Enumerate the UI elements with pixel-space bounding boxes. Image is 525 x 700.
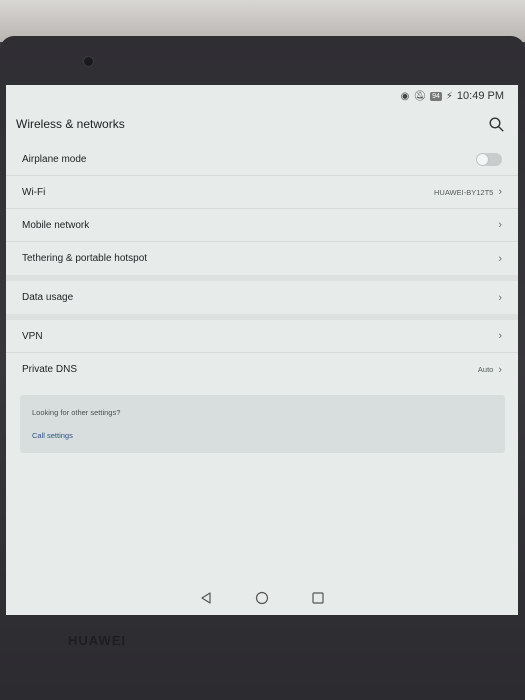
navigation-bar xyxy=(6,585,518,615)
recents-icon[interactable] xyxy=(311,591,325,610)
row-label: Wi-Fi xyxy=(22,186,46,198)
chevron-right-icon: › xyxy=(498,363,502,376)
chevron-right-icon: › xyxy=(498,219,502,231)
row-label: Private DNS xyxy=(22,364,78,375)
wifi-row[interactable]: Wi-Fi HUAWEI-BY12T5 › xyxy=(6,176,518,209)
tethering-row[interactable]: Tethering & portable hotspot › xyxy=(6,242,518,275)
screen: ◉ 🔕︎ 94 ⚡︎ 10:49 PM Wireless & networks … xyxy=(6,85,518,615)
airplane-mode-row[interactable]: Airplane mode xyxy=(6,143,518,176)
chevron-right-icon: › xyxy=(498,252,502,265)
page-title: Wireless & networks xyxy=(16,117,125,131)
chevron-right-icon: › xyxy=(498,291,502,304)
back-icon[interactable] xyxy=(199,591,213,610)
row-label: Tethering & portable hotspot xyxy=(22,253,148,264)
airplane-mode-toggle[interactable] xyxy=(476,152,502,166)
search-icon[interactable] xyxy=(489,116,504,132)
chevron-right-icon: › xyxy=(498,186,502,198)
row-right: HUAWEI-BY12T5 › xyxy=(434,186,502,198)
settings-list: Airplane mode Wi-Fi HUAWEI-BY12T5 › Mobi… xyxy=(6,143,518,386)
status-bar: ◉ 🔕︎ 94 ⚡︎ 10:49 PM xyxy=(401,88,504,104)
row-label: Data usage xyxy=(22,292,74,303)
data-usage-row[interactable]: Data usage › xyxy=(6,281,518,314)
mute-icon: 🔕︎ xyxy=(413,90,427,102)
charging-icon: ⚡︎ xyxy=(445,90,453,102)
device-brand-logo: HUAWEI xyxy=(68,633,126,648)
mobile-network-row[interactable]: Mobile network › xyxy=(6,209,518,242)
row-label: Airplane mode xyxy=(22,153,87,165)
header: Wireless & networks xyxy=(6,107,518,141)
status-time: 10:49 PM xyxy=(456,90,504,102)
home-icon[interactable] xyxy=(255,591,269,610)
row-label: VPN xyxy=(22,330,43,342)
camera-icon xyxy=(84,57,93,66)
call-settings-link[interactable]: Call settings xyxy=(32,431,493,440)
eye-icon: ◉ xyxy=(400,90,410,102)
card-text: Looking for other settings? xyxy=(32,408,121,417)
private-dns-value: Auto xyxy=(477,365,494,374)
toggle-knob xyxy=(477,153,488,165)
row-right: Auto › xyxy=(477,363,502,376)
chevron-right-icon: › xyxy=(498,330,502,342)
other-settings-card: Looking for other settings? Call setting… xyxy=(20,395,505,453)
row-label: Mobile network xyxy=(22,219,90,231)
wifi-network-name: HUAWEI-BY12T5 xyxy=(434,187,494,197)
private-dns-row[interactable]: Private DNS Auto › xyxy=(6,353,518,386)
battery-icon: 94 xyxy=(430,91,442,101)
vpn-row[interactable]: VPN › xyxy=(6,320,518,353)
